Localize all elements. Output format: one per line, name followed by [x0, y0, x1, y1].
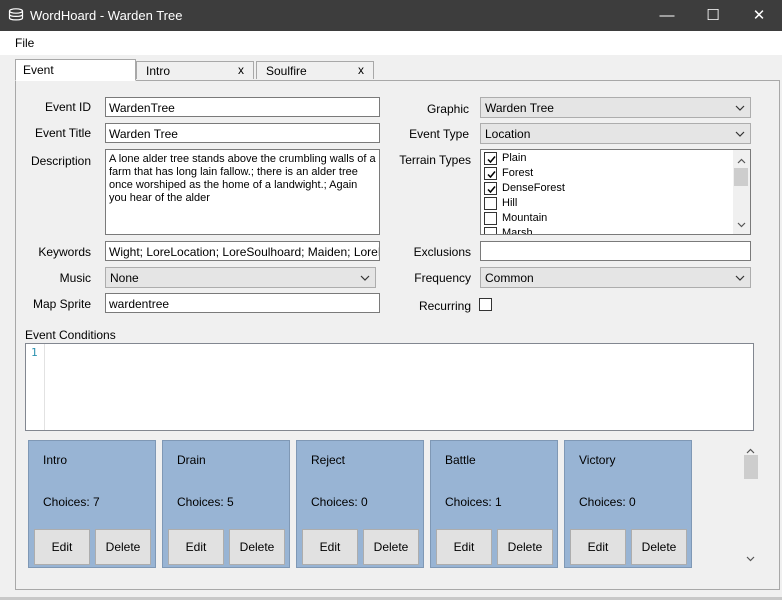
music-label: Music	[59, 271, 91, 285]
tab-soulfire-label: Soulfire	[266, 64, 307, 78]
edit-button[interactable]: Edit	[34, 529, 90, 565]
graphic-label: Graphic	[426, 102, 469, 116]
chevron-down-icon	[735, 128, 745, 138]
maximize-button[interactable]: ☐	[690, 0, 736, 31]
scroll-down-icon[interactable]	[746, 551, 755, 565]
terrain-checkbox-mountain[interactable]	[484, 212, 497, 225]
terrain-types-label: Terrain Types	[399, 153, 471, 167]
card-name: Reject	[311, 453, 346, 467]
graphic-select-value: Warden Tree	[485, 101, 554, 115]
card-choices: Choices: 7	[43, 495, 100, 509]
edit-button[interactable]: Edit	[302, 529, 358, 565]
music-select-value: None	[110, 271, 139, 285]
scroll-thumb[interactable]	[734, 168, 748, 186]
event-type-label: Event Type	[409, 127, 469, 141]
title-bar: WordHoard - Warden Tree — ☐ ✕	[0, 0, 782, 31]
card-choices: Choices: 0	[579, 495, 636, 509]
card-choices: Choices: 1	[445, 495, 502, 509]
cards-scrollbar[interactable]	[742, 440, 759, 568]
event-conditions-editor[interactable]: 1	[25, 343, 754, 431]
line-number-gutter: 1	[26, 344, 45, 430]
terrain-checkbox-denseforest[interactable]	[484, 182, 497, 195]
map-sprite-label: Map Sprite	[32, 297, 91, 311]
dialog-card-drain: Drain Choices: 5 Edit Delete	[162, 440, 290, 568]
terrain-checkbox-marsh[interactable]	[484, 227, 497, 234]
scroll-up-icon[interactable]	[737, 153, 746, 167]
minimize-button[interactable]: —	[644, 0, 690, 31]
frequency-select-value: Common	[485, 271, 534, 285]
description-label: Description	[30, 154, 91, 168]
terrain-list-scrollbar[interactable]	[733, 150, 750, 234]
card-name: Battle	[445, 453, 476, 467]
exclusions-input[interactable]	[480, 241, 751, 261]
chevron-down-icon	[360, 272, 370, 282]
dialog-card-intro: Intro Choices: 7 Edit Delete	[28, 440, 156, 568]
exclusions-label: Exclusions	[413, 245, 471, 259]
card-choices: Choices: 5	[177, 495, 234, 509]
card-name: Intro	[43, 453, 68, 467]
keywords-input[interactable]: Wight; LoreLocation; LoreSoulhoard; Maid…	[105, 241, 380, 261]
edit-button[interactable]: Edit	[168, 529, 224, 565]
menu-file[interactable]: File	[15, 36, 34, 50]
chevron-down-icon	[735, 272, 745, 282]
delete-button[interactable]: Delete	[363, 529, 419, 565]
graphic-select[interactable]: Warden Tree	[480, 97, 751, 118]
edit-button[interactable]: Edit	[436, 529, 492, 565]
card-choices: Choices: 0	[311, 495, 368, 509]
dialog-card-battle: Battle Choices: 1 Edit Delete	[430, 440, 558, 568]
event-conditions-label: Event Conditions	[25, 328, 116, 342]
event-type-select[interactable]: Location	[480, 123, 751, 144]
event-id-label: Event ID	[44, 100, 91, 114]
tab-intro-label: Intro	[146, 64, 171, 78]
dialog-card-reject: Reject Choices: 0 Edit Delete	[296, 440, 424, 568]
recurring-label: Recurring	[418, 299, 471, 313]
dialog-card-victory: Victory Choices: 0 Edit Delete	[564, 440, 692, 568]
delete-button[interactable]: Delete	[95, 529, 151, 565]
scroll-down-icon[interactable]	[737, 217, 746, 231]
card-name: Victory	[579, 453, 616, 467]
tab-event-label: Event	[23, 63, 54, 77]
recurring-checkbox[interactable]	[479, 298, 492, 311]
edit-button[interactable]: Edit	[570, 529, 626, 565]
chevron-down-icon	[735, 102, 745, 112]
map-sprite-input[interactable]: wardentree	[105, 293, 380, 313]
frequency-select[interactable]: Common	[480, 267, 751, 288]
music-select[interactable]: None	[105, 267, 376, 288]
terrain-types-list[interactable]: Plain Forest DenseForest Hill Mountain M…	[480, 149, 751, 235]
delete-button[interactable]: Delete	[497, 529, 553, 565]
event-title-input[interactable]: Warden Tree	[105, 123, 380, 143]
terrain-checkbox-forest[interactable]	[484, 167, 497, 180]
app-icon	[8, 8, 24, 22]
terrain-checkbox-hill[interactable]	[484, 197, 497, 210]
close-button[interactable]: ✕	[736, 0, 782, 31]
card-name: Drain	[177, 453, 206, 467]
tab-intro-close-button[interactable]: x	[238, 63, 244, 77]
description-textarea[interactable]: A lone alder tree stands above the crumb…	[105, 149, 380, 235]
tab-soulfire-close-button[interactable]: x	[358, 63, 364, 77]
tab-intro[interactable]: Intro x	[136, 61, 254, 79]
window-title: WordHoard - Warden Tree	[30, 8, 183, 23]
tab-soulfire[interactable]: Soulfire x	[256, 61, 374, 79]
delete-button[interactable]: Delete	[631, 529, 687, 565]
frequency-label: Frequency	[414, 271, 471, 285]
menu-bar: File	[0, 31, 782, 55]
line-number: 1	[31, 346, 38, 359]
keywords-label: Keywords	[38, 245, 91, 259]
terrain-checkbox-plain[interactable]	[484, 152, 497, 165]
tab-event[interactable]: Event	[15, 59, 136, 81]
scroll-thumb[interactable]	[744, 455, 758, 479]
event-type-select-value: Location	[485, 127, 531, 141]
event-title-label: Event Title	[34, 126, 91, 140]
event-id-input[interactable]: WardenTree	[105, 97, 380, 117]
delete-button[interactable]: Delete	[229, 529, 285, 565]
